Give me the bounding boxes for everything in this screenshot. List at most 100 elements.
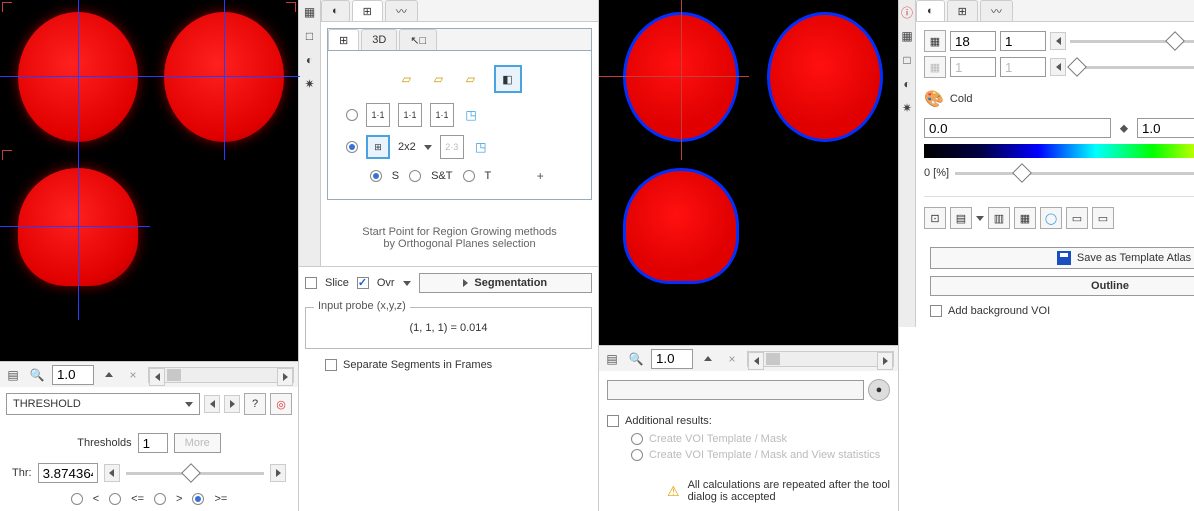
tab-layout2[interactable]: ⊞ [947,0,978,21]
tab-grid-inner[interactable]: ⊞ [328,29,359,50]
thr-slider[interactable] [126,464,264,482]
plus-icon[interactable]: + [531,167,549,185]
help-button[interactable]: ? [244,393,266,415]
cube-3d-icon[interactable]: ◧ [494,65,522,93]
segmentation-button[interactable]: Segmentation [419,273,592,293]
contrast-icon[interactable]: ◐ [302,52,318,68]
layout-2x2-icon[interactable]: ⊞ [366,135,390,159]
range-max-input[interactable] [1137,118,1194,138]
thresholds-label: Thresholds [77,437,131,449]
tab-contrast-sel[interactable]: ◐ [916,0,945,21]
mode-st-radio[interactable] [409,170,421,182]
axis-z-icon[interactable]: ▱ [398,70,416,88]
warning-text: All calculations are repeated after the … [688,479,890,503]
thr-next-button[interactable] [270,464,286,482]
dim-slider[interactable] [1070,32,1194,50]
op-ge-radio[interactable] [192,493,204,505]
tab-contrast[interactable]: ◐ [321,0,350,21]
layers-icon-r[interactable]: ▤ [603,350,621,368]
range-min-input[interactable] [924,118,1111,138]
star-icon[interactable]: ✷ [302,76,318,92]
blank2-icon[interactable]: □ [899,52,915,68]
disp-f-icon[interactable]: ▭ [1066,207,1088,229]
layout-dropdown-icon[interactable] [424,145,432,150]
tab-layout[interactable]: ⊞ [352,0,383,21]
slice-checkbox[interactable] [305,277,317,289]
dim-b-input[interactable] [1000,31,1046,51]
thr-value-input[interactable] [38,463,98,483]
layers-icon[interactable]: ▤ [4,366,22,384]
thr-prev-button[interactable] [104,464,120,482]
blank-icon[interactable]: □ [302,28,318,44]
dim-a-icon[interactable]: ▦ [924,30,946,52]
tab-3d[interactable]: 3D [361,29,397,50]
warning-icon: ⚠ [667,483,680,500]
grid-icon[interactable]: ▦ [302,4,318,20]
ovr-checkbox[interactable] [357,277,369,289]
zoom-input-r[interactable] [651,349,693,369]
op-gt-radio[interactable] [154,493,166,505]
star2-icon[interactable]: ✷ [899,100,915,116]
status-icon[interactable]: ● [868,379,890,401]
disp-g-icon[interactable]: ▭ [1092,207,1114,229]
result-opt2-radio [631,449,643,461]
info-icon[interactable]: ⓘ [899,4,915,20]
left-viewer[interactable] [0,0,298,361]
tool-next-button[interactable] [224,395,240,413]
tool-prev-button[interactable] [204,395,220,413]
zoom-up-r[interactable] [699,350,717,368]
zoom-icon-r[interactable]: 🔍 [627,350,645,368]
status-input[interactable] [607,380,864,400]
disp-b-icon[interactable]: ▤ [950,207,972,229]
contrast2-icon[interactable]: ◐ [899,76,915,92]
range-link-icon[interactable]: ⬥ [1115,119,1133,137]
ovr-menu-icon[interactable] [403,281,411,286]
layout-grid-radio[interactable] [346,141,358,153]
disp-e-icon[interactable]: ◯ [1040,207,1062,229]
grid2-icon[interactable]: ▦ [899,28,915,44]
dim2-slider [1070,58,1194,76]
tab-waves[interactable]: 〰 [385,0,418,21]
tab-waves2[interactable]: 〰 [980,0,1013,21]
op-le-radio[interactable] [109,493,121,505]
thresholds-count-input[interactable] [138,433,168,453]
palette-icon[interactable]: 🎨 [924,89,944,109]
zoom-input[interactable] [52,365,94,385]
mode-t-radio[interactable] [463,170,475,182]
dim-a-input[interactable] [950,31,996,51]
op-lt-radio[interactable] [71,493,83,505]
add-bg-checkbox[interactable] [930,305,942,317]
mode-s-radio[interactable] [370,170,382,182]
right-viewer[interactable] [599,0,898,345]
layout-1c[interactable]: 1·1 [430,103,454,127]
dim-prev[interactable] [1050,32,1066,50]
slice-scrollbar-r[interactable] [747,351,894,367]
slice-scrollbar[interactable] [148,367,294,383]
disp-d-icon[interactable]: ▦ [1014,207,1036,229]
link2-icon[interactable]: ◳ [472,138,490,156]
axis-y-icon[interactable]: ▱ [430,70,448,88]
target-icon[interactable]: ◎ [270,393,292,415]
hint-line1: Start Point for Region Growing methods [327,226,592,238]
outline-button[interactable]: Outline [930,276,1194,296]
more-button[interactable]: More [174,433,221,453]
save-template-button[interactable]: Save as Template Atlas [930,247,1194,269]
additional-results-checkbox[interactable] [607,415,619,427]
axis-x-icon[interactable]: ▱ [462,70,480,88]
separate-checkbox[interactable] [325,359,337,371]
layout-1a[interactable]: 1·1 [366,103,390,127]
link-icon[interactable]: ◳ [462,106,480,124]
disp-menu[interactable] [976,216,984,221]
pct-slider[interactable] [955,164,1194,182]
disp-c-icon[interactable]: ▥ [988,207,1010,229]
disp-a-icon[interactable]: ⊡ [924,207,946,229]
zoom-up-icon[interactable] [100,366,118,384]
tab-pointer[interactable]: ↖□ [399,29,437,50]
zoom-reset-r[interactable]: × [723,350,741,368]
layout-single-radio[interactable] [346,109,358,121]
ovr-label: Ovr [377,277,395,289]
zoom-reset-icon[interactable]: × [124,366,142,384]
zoom-out-icon[interactable]: 🔍 [28,366,46,384]
tool-dropdown[interactable]: THRESHOLD [6,393,200,415]
layout-1b[interactable]: 1·1 [398,103,422,127]
